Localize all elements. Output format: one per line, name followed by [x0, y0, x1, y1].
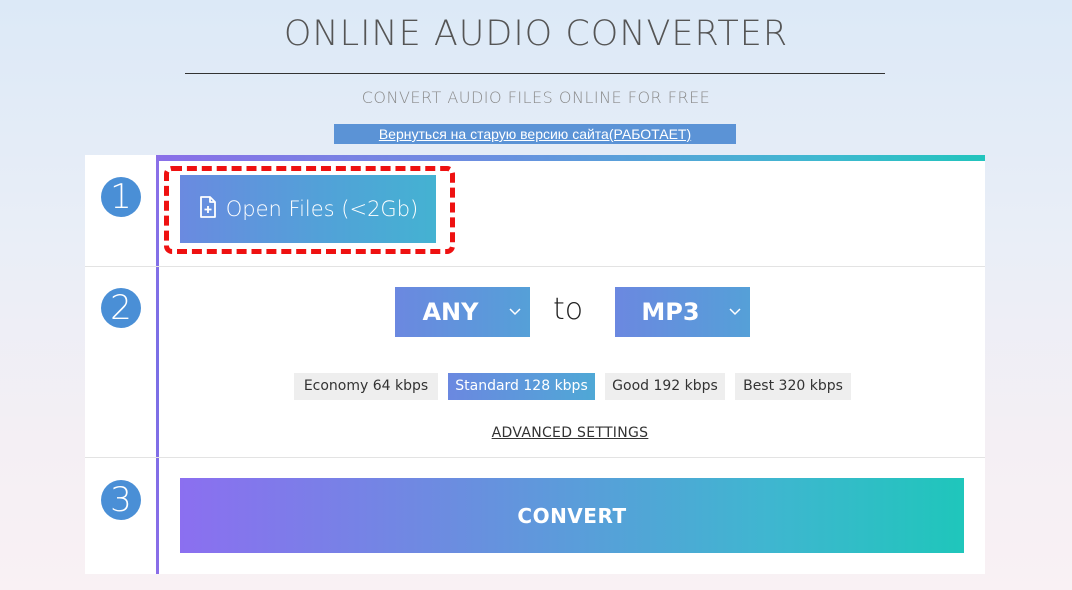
source-format-select[interactable]: ANY: [395, 287, 530, 337]
source-format-value: ANY: [422, 298, 479, 326]
step-number-1: 1: [101, 177, 141, 217]
panel-left-accent: [156, 155, 159, 574]
step-divider: [85, 266, 985, 267]
step-divider: [85, 457, 985, 458]
page-title: ONLINE AUDIO CONVERTER: [283, 14, 789, 54]
page-subtitle: CONVERT AUDIO FILES ONLINE FOR FREE: [361, 88, 711, 107]
quality-option-good[interactable]: Good 192 kbps: [605, 373, 725, 400]
quality-option-best[interactable]: Best 320 kbps: [735, 373, 851, 400]
target-format-value: MP3: [641, 298, 700, 326]
chevron-down-icon: [500, 304, 530, 320]
convert-button[interactable]: CONVERT: [180, 478, 964, 553]
old-site-link[interactable]: Вернуться на старую версию сайта(РАБОТАЕ…: [334, 124, 736, 144]
advanced-settings-link[interactable]: ADVANCED SETTINGS: [0, 425, 1072, 441]
panel-top-accent: [156, 155, 985, 161]
to-label: to: [553, 292, 584, 327]
annotation-highlight-box: [164, 166, 455, 254]
step-number-3: 3: [101, 480, 141, 520]
quality-option-economy[interactable]: Economy 64 kbps: [294, 373, 438, 400]
quality-option-standard[interactable]: Standard 128 kbps: [448, 373, 595, 400]
step-number-2: 2: [101, 288, 141, 328]
title-divider: [185, 73, 885, 74]
chevron-down-icon: [720, 304, 750, 320]
target-format-select[interactable]: MP3: [615, 287, 750, 337]
